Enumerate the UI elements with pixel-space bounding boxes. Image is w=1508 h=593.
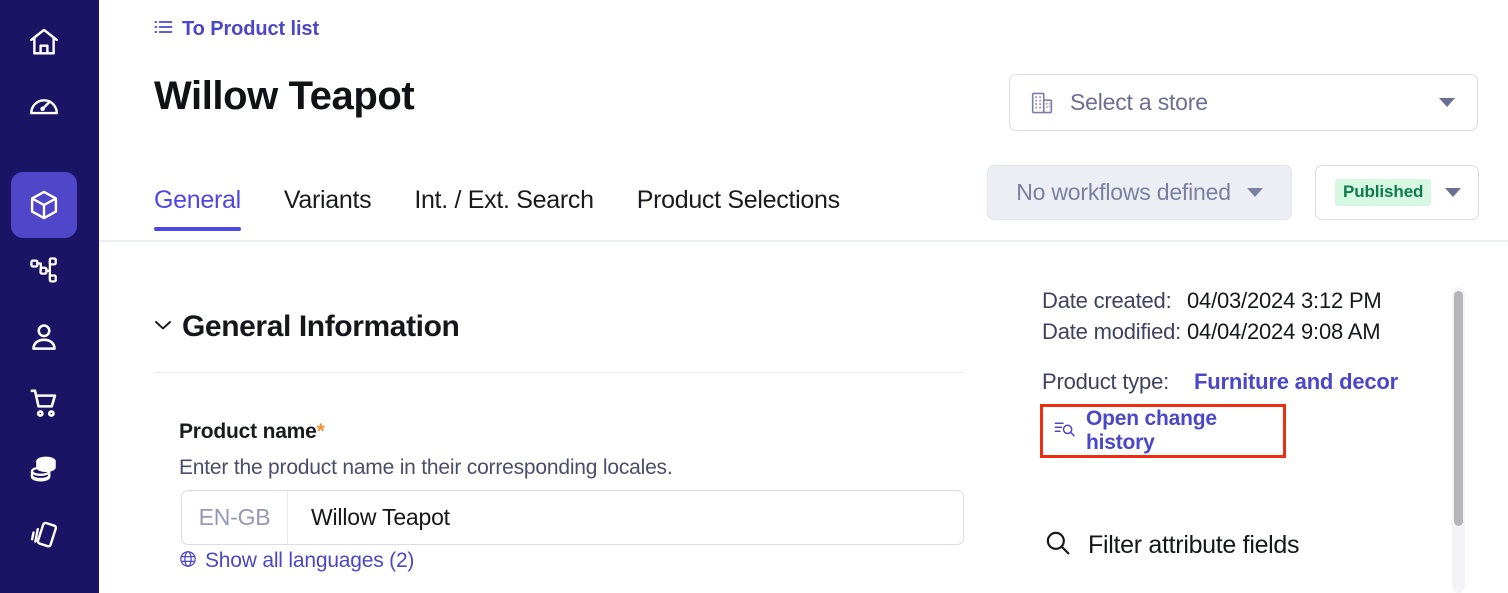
globe-icon: [179, 550, 197, 573]
chevron-down-icon: [1445, 188, 1462, 197]
chevron-down-icon: [1246, 188, 1263, 197]
date-created-row: Date created: 04/03/2024 3:12 PM: [1042, 288, 1382, 314]
person-icon: [27, 320, 61, 354]
show-all-languages-label: Show all languages (2): [205, 549, 415, 572]
required-marker: *: [316, 420, 325, 443]
workflow-select-label: No workflows defined: [1016, 179, 1231, 205]
sidebar-item-products[interactable]: [11, 172, 77, 238]
coins-stack-icon: [27, 452, 61, 486]
shopping-cart-icon: [27, 386, 61, 420]
cube-icon: [27, 188, 61, 222]
date-modified-value: 04/04/2024 9:08 AM: [1187, 319, 1381, 344]
filter-attribute-fields[interactable]: Filter attribute fields: [1044, 529, 1300, 562]
product-type-value[interactable]: Furniture and decor: [1194, 369, 1398, 395]
open-change-history-button[interactable]: Open change history: [1040, 404, 1286, 458]
product-name-label-text: Product name: [179, 420, 317, 443]
chevron-down-icon: [154, 318, 172, 336]
history-search-icon: [1054, 419, 1076, 443]
home-icon: [27, 25, 61, 59]
product-name-input[interactable]: Willow Teapot: [288, 491, 963, 544]
tab-product-selections[interactable]: Product Selections: [637, 186, 840, 231]
store-select-label: Select a store: [1070, 89, 1208, 115]
hierarchy-icon: [28, 255, 60, 287]
tab-int-ext-search[interactable]: Int. / Ext. Search: [414, 186, 594, 231]
section-divider: [154, 372, 964, 373]
price-tag-icon: [27, 518, 61, 552]
product-type-label: Product type:: [1042, 369, 1170, 394]
product-name-input-group[interactable]: EN-GB Willow Teapot: [181, 490, 964, 545]
date-created-label: Date created:: [1042, 288, 1172, 313]
sidebar-item-customers[interactable]: [11, 304, 77, 370]
store-select-dropdown[interactable]: Select a store: [1009, 74, 1478, 131]
breadcrumb-to-product-list[interactable]: To Product list: [154, 18, 319, 41]
general-information-section-toggle[interactable]: General Information: [154, 310, 460, 344]
building-icon: [1029, 90, 1055, 116]
sidebar-item-discounts[interactable]: [11, 502, 77, 568]
primary-sidebar: [0, 0, 99, 593]
date-modified-label: Date modified:: [1042, 319, 1182, 344]
sidebar-item-prices[interactable]: [11, 436, 77, 502]
date-created-value: 04/03/2024 3:12 PM: [1187, 288, 1382, 313]
product-name-label: Product name*: [179, 420, 325, 444]
workflow-select-dropdown[interactable]: No workflows defined: [987, 165, 1292, 220]
product-detail-page: To Product list Willow Teapot Select a s…: [0, 0, 1508, 593]
status-badge: Published: [1335, 179, 1432, 206]
search-icon: [1044, 529, 1072, 562]
sidebar-item-orders[interactable]: [11, 370, 77, 436]
tab-variants[interactable]: Variants: [284, 186, 372, 231]
main-content: To Product list Willow Teapot Select a s…: [99, 0, 1508, 593]
publish-status-dropdown[interactable]: Published: [1315, 165, 1479, 220]
sidebar-item-dashboard[interactable]: [11, 73, 77, 139]
show-all-languages-link[interactable]: Show all languages (2): [179, 549, 414, 573]
list-icon: [154, 19, 173, 40]
filter-attribute-fields-label: Filter attribute fields: [1088, 531, 1300, 559]
vertical-scrollbar-thumb[interactable]: [1454, 291, 1463, 526]
gauge-icon: [27, 89, 61, 123]
breadcrumb-label: To Product list: [182, 18, 320, 40]
product-type-row: Product type: Furniture and decor: [1042, 369, 1398, 395]
date-modified-row: Date modified: 04/04/2024 9:08 AM: [1042, 319, 1381, 345]
locale-prefix: EN-GB: [182, 491, 288, 544]
tab-general[interactable]: General: [154, 186, 241, 231]
open-change-history-label: Open change history: [1086, 407, 1217, 454]
chevron-down-icon: [1439, 98, 1455, 107]
sidebar-item-categories[interactable]: [11, 238, 77, 304]
page-title: Willow Teapot: [154, 74, 415, 118]
product-name-hint: Enter the product name in their correspo…: [179, 456, 673, 479]
sidebar-item-home[interactable]: [11, 9, 77, 75]
section-title: General Information: [182, 310, 460, 343]
tab-bar-divider: [99, 240, 1508, 242]
tab-bar: General Variants Int. / Ext. Search Prod…: [154, 186, 883, 231]
